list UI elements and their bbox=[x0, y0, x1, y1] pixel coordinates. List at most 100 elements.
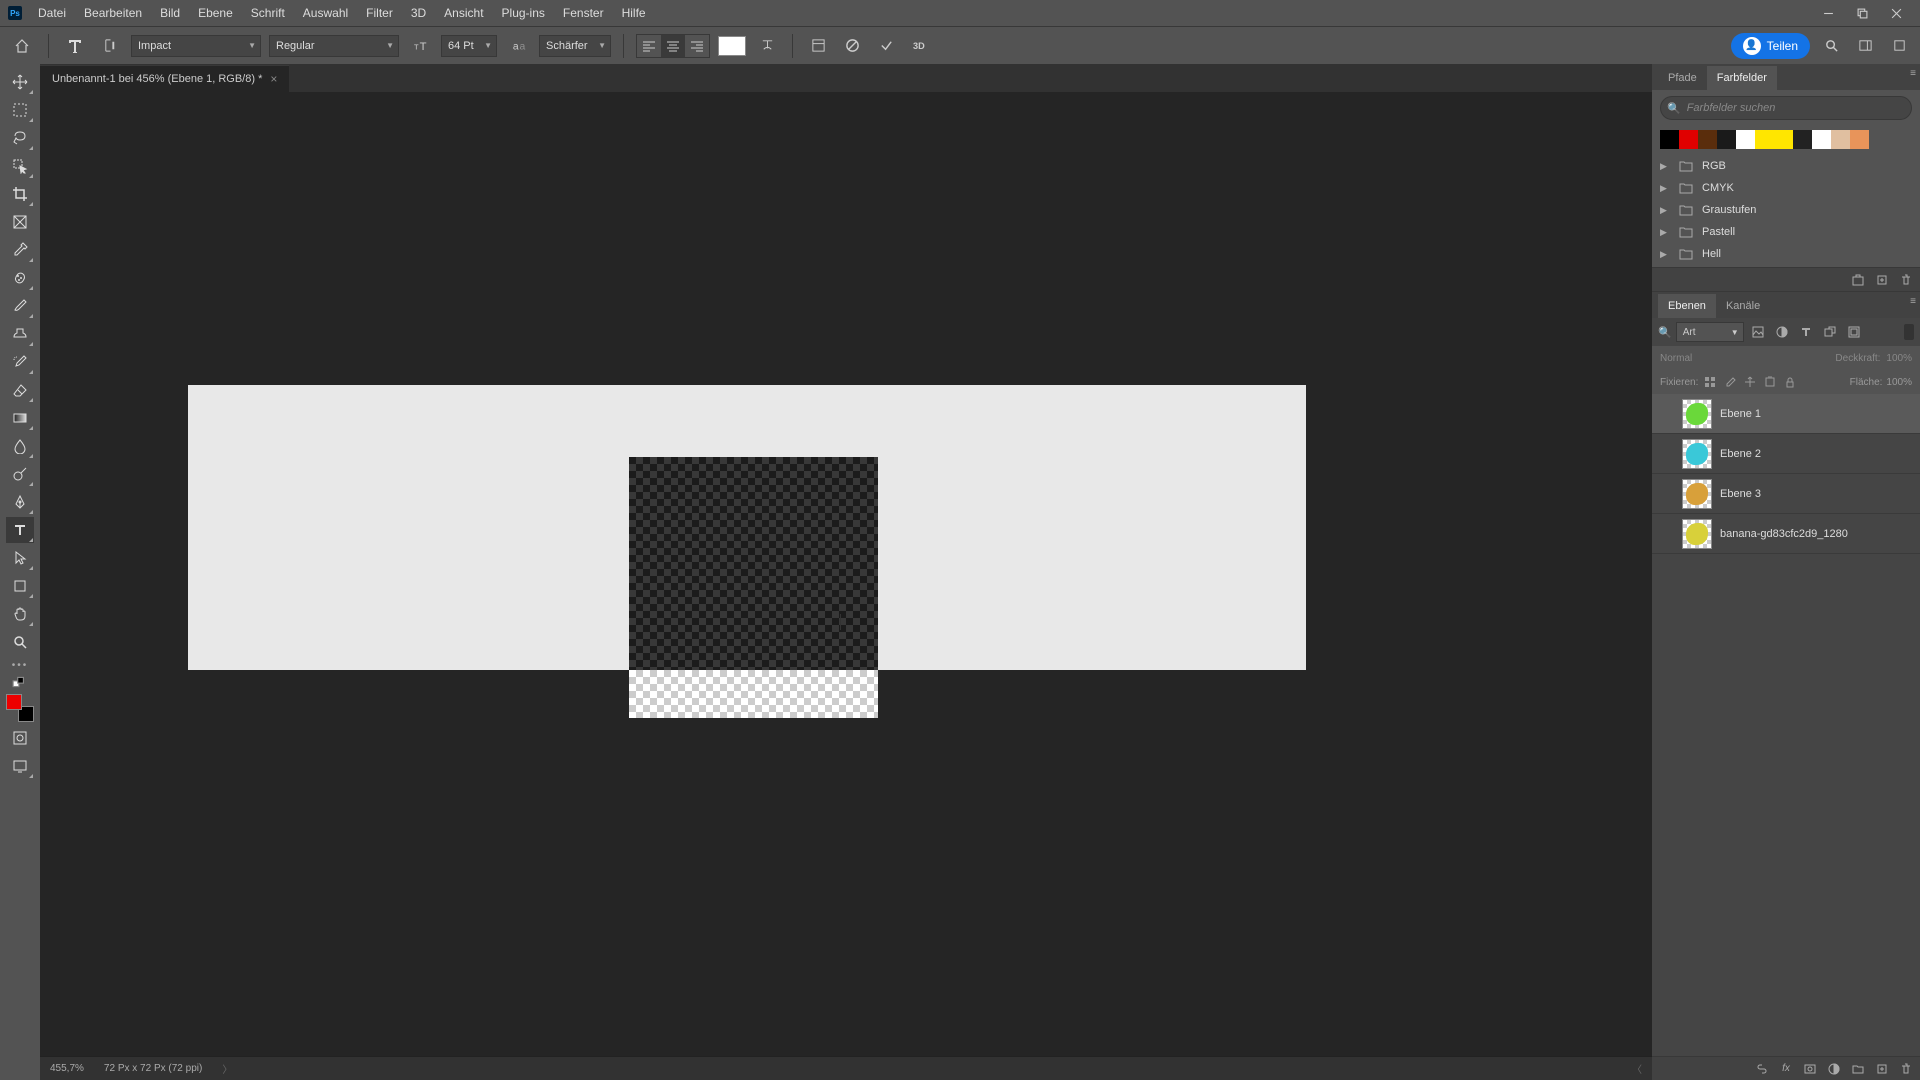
menu-bild[interactable]: Bild bbox=[152, 2, 188, 24]
layer-thumbnail[interactable] bbox=[1682, 519, 1712, 549]
antialias-select[interactable]: Schärfer▼ bbox=[539, 35, 611, 57]
lock-all-icon[interactable] bbox=[1782, 374, 1798, 390]
fg-color-swatch[interactable] bbox=[6, 694, 22, 710]
color-swatch[interactable] bbox=[1736, 130, 1755, 149]
filter-pixel-icon[interactable] bbox=[1748, 322, 1768, 342]
layer-thumbnail[interactable] bbox=[1682, 479, 1712, 509]
swatch-delete-icon[interactable] bbox=[1898, 272, 1914, 288]
panel-menu-icon[interactable]: ≡ bbox=[1910, 68, 1916, 79]
scroll-left-icon[interactable]: 〈 bbox=[1632, 1061, 1642, 1076]
swatch-folder[interactable]: ▶CMYK bbox=[1652, 177, 1920, 199]
color-swap-mini[interactable] bbox=[6, 675, 34, 689]
lasso-tool[interactable] bbox=[6, 125, 34, 151]
menu-3d[interactable]: 3D bbox=[403, 2, 434, 24]
layer-item[interactable]: Ebene 2 bbox=[1652, 434, 1920, 474]
filter-adjust-icon[interactable] bbox=[1772, 322, 1792, 342]
color-swatch[interactable] bbox=[1850, 130, 1869, 149]
color-swatch[interactable] bbox=[1698, 130, 1717, 149]
color-swatch[interactable] bbox=[1660, 130, 1679, 149]
blend-mode-select[interactable]: Normal bbox=[1660, 353, 1829, 364]
layer-fx-icon[interactable]: fx bbox=[1778, 1061, 1794, 1077]
workspace-icon[interactable] bbox=[1852, 33, 1878, 59]
minimize-button[interactable] bbox=[1812, 1, 1844, 25]
gradient-tool[interactable] bbox=[6, 405, 34, 431]
brush-tool[interactable] bbox=[6, 293, 34, 319]
menu-hilfe[interactable]: Hilfe bbox=[614, 2, 654, 24]
dodge-tool[interactable] bbox=[6, 461, 34, 487]
lock-artboard-icon[interactable] bbox=[1762, 374, 1778, 390]
tab-swatches[interactable]: Farbfelder bbox=[1707, 66, 1777, 90]
cancel-icon[interactable] bbox=[839, 33, 865, 59]
layer-name[interactable]: banana-gd83cfc2d9_1280 bbox=[1720, 528, 1848, 540]
align-left-button[interactable] bbox=[637, 35, 661, 57]
document-tab[interactable]: Unbenannt-1 bei 456% (Ebene 1, RGB/8) * … bbox=[40, 65, 289, 92]
healing-tool[interactable] bbox=[6, 265, 34, 291]
layer-thumbnail[interactable] bbox=[1682, 439, 1712, 469]
text-color-swatch[interactable] bbox=[718, 36, 746, 56]
tab-paths[interactable]: Pfade bbox=[1658, 66, 1707, 90]
search-icon[interactable] bbox=[1818, 33, 1844, 59]
crop-tool[interactable] bbox=[6, 181, 34, 207]
filter-toggle[interactable] bbox=[1904, 324, 1914, 340]
maximize-button[interactable] bbox=[1846, 1, 1878, 25]
character-panel-icon[interactable] bbox=[805, 33, 831, 59]
swatch-folder[interactable]: ▶Hell bbox=[1652, 243, 1920, 265]
type-tool[interactable] bbox=[6, 517, 34, 543]
menu-plugins[interactable]: Plug-ins bbox=[494, 2, 553, 24]
marquee-tool[interactable] bbox=[6, 97, 34, 123]
canvas-workspace[interactable] bbox=[40, 92, 1652, 1056]
fill-value[interactable]: 100% bbox=[1886, 377, 1912, 388]
color-swatch[interactable] bbox=[1831, 130, 1850, 149]
lock-pixels-icon[interactable] bbox=[1702, 374, 1718, 390]
layer-name[interactable]: Ebene 1 bbox=[1720, 408, 1761, 420]
path-select-tool[interactable] bbox=[6, 545, 34, 571]
layer-item[interactable]: Ebene 3 bbox=[1652, 474, 1920, 514]
zoom-level[interactable]: 455,7% bbox=[50, 1063, 84, 1074]
color-swatch[interactable] bbox=[1679, 130, 1698, 149]
visibility-toggle[interactable] bbox=[1658, 526, 1674, 542]
eraser-tool[interactable] bbox=[6, 377, 34, 403]
menu-ansicht[interactable]: Ansicht bbox=[436, 2, 491, 24]
blur-tool[interactable] bbox=[6, 433, 34, 459]
lock-brush-icon[interactable] bbox=[1722, 374, 1738, 390]
align-center-button[interactable] bbox=[661, 35, 685, 57]
eyedropper-tool[interactable] bbox=[6, 237, 34, 263]
color-swatch[interactable] bbox=[1755, 130, 1774, 149]
color-swatch[interactable] bbox=[1793, 130, 1812, 149]
swatch-new-icon[interactable] bbox=[1874, 272, 1890, 288]
link-layers-icon[interactable] bbox=[1754, 1061, 1770, 1077]
quick-select-tool[interactable] bbox=[6, 153, 34, 179]
menu-datei[interactable]: Datei bbox=[30, 2, 74, 24]
history-brush-tool[interactable] bbox=[6, 349, 34, 375]
swatch-search-input[interactable]: 🔍 Farbfelder suchen bbox=[1660, 96, 1912, 120]
shape-tool[interactable] bbox=[6, 573, 34, 599]
swatch-folder[interactable]: ▶Graustufen bbox=[1652, 199, 1920, 221]
zoom-tool[interactable] bbox=[6, 629, 34, 655]
color-swatch[interactable] bbox=[1717, 130, 1736, 149]
filter-shape-icon[interactable] bbox=[1820, 322, 1840, 342]
menu-fenster[interactable]: Fenster bbox=[555, 2, 612, 24]
visibility-toggle[interactable] bbox=[1658, 446, 1674, 462]
tab-layers[interactable]: Ebenen bbox=[1658, 294, 1716, 318]
clone-stamp-tool[interactable] bbox=[6, 321, 34, 347]
pen-tool[interactable] bbox=[6, 489, 34, 515]
doc-info[interactable]: 72 Px x 72 Px (72 ppi) bbox=[104, 1063, 202, 1074]
info-chevron-icon[interactable]: 〉 bbox=[222, 1061, 232, 1076]
edit-toolbar-icon[interactable]: ••• bbox=[6, 656, 34, 674]
3d-icon[interactable]: 3D bbox=[907, 33, 933, 59]
visibility-toggle[interactable] bbox=[1658, 406, 1674, 422]
group-icon[interactable] bbox=[1850, 1061, 1866, 1077]
menu-ebene[interactable]: Ebene bbox=[190, 2, 241, 24]
panel-menu-icon[interactable]: ≡ bbox=[1910, 296, 1916, 307]
font-weight-select[interactable]: Regular▼ bbox=[269, 35, 399, 57]
swatch-folder[interactable]: ▶Pastell bbox=[1652, 221, 1920, 243]
screenmode-tool[interactable] bbox=[6, 753, 34, 779]
filter-smart-icon[interactable] bbox=[1844, 322, 1864, 342]
filter-type-icon[interactable] bbox=[1796, 322, 1816, 342]
menu-schrift[interactable]: Schrift bbox=[243, 2, 293, 24]
menu-auswahl[interactable]: Auswahl bbox=[295, 2, 356, 24]
new-layer-icon[interactable] bbox=[1874, 1061, 1890, 1077]
frame-icon[interactable] bbox=[1886, 33, 1912, 59]
tab-channels[interactable]: Kanäle bbox=[1716, 294, 1770, 318]
close-tab-icon[interactable]: × bbox=[270, 72, 277, 86]
